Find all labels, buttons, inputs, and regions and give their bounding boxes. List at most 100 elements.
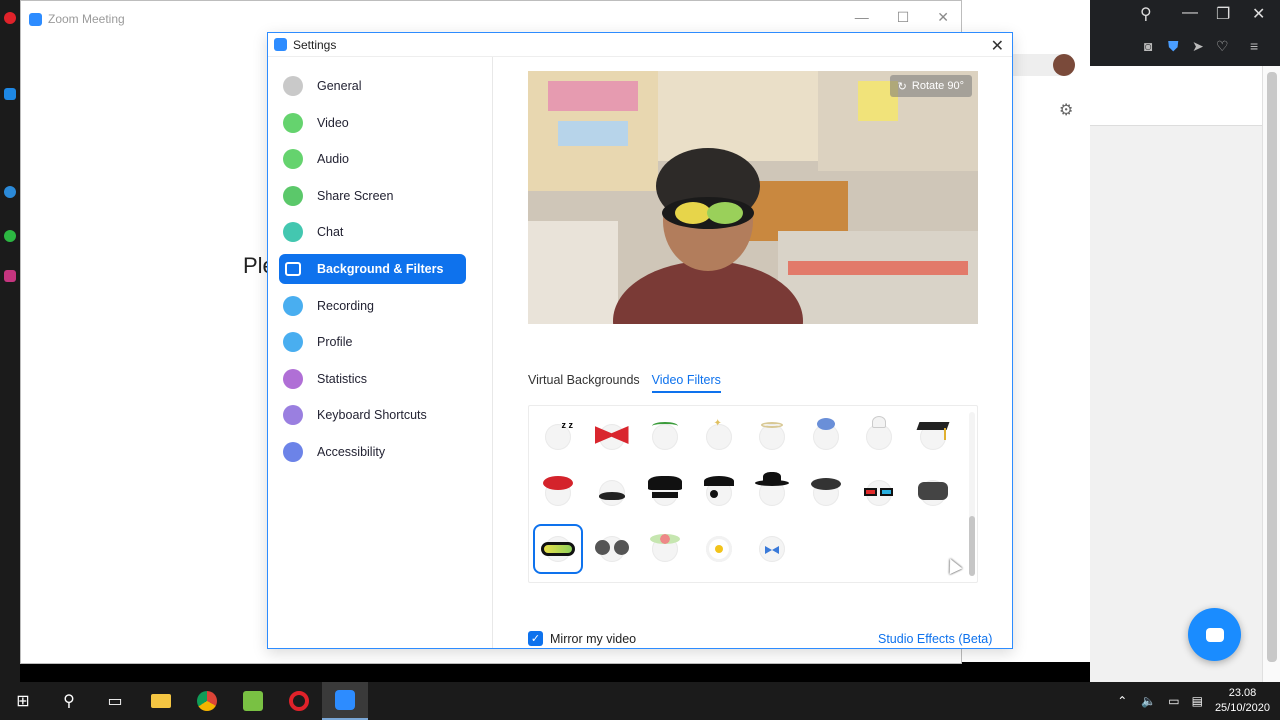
filter-beret[interactable] bbox=[803, 470, 849, 516]
filter-sleepy-zzz[interactable]: z z bbox=[535, 414, 581, 460]
filter-3d-glasses[interactable] bbox=[856, 470, 902, 516]
clock[interactable]: 23.08 25/10/2020 bbox=[1215, 686, 1270, 716]
filter-red-bow[interactable] bbox=[589, 414, 635, 460]
search-icon[interactable]: ⚲ bbox=[46, 682, 92, 720]
notification-icon[interactable]: ▤ bbox=[1192, 694, 1203, 708]
nav-item-label: Keyboard Shortcuts bbox=[317, 408, 427, 423]
chat-bubble-icon bbox=[1205, 627, 1224, 642]
gear-icon[interactable]: ⚙ bbox=[1059, 100, 1073, 120]
chat-button[interactable] bbox=[1188, 608, 1241, 661]
telegram-icon[interactable] bbox=[4, 186, 16, 198]
filter-antennae[interactable] bbox=[642, 414, 688, 460]
share-screen-icon bbox=[283, 185, 303, 206]
filter-gallery: z z ✦ bbox=[528, 405, 978, 583]
headphones-icon bbox=[283, 149, 303, 170]
windows-start-icon[interactable]: ⊞ bbox=[0, 682, 46, 720]
mirror-label: Mirror my video bbox=[550, 631, 637, 646]
close-button[interactable]: ✕ bbox=[937, 9, 949, 26]
chevron-up-icon[interactable]: ⌃ bbox=[1117, 694, 1127, 708]
nav-item-gear[interactable]: General bbox=[279, 71, 466, 101]
filter-ski-goggles[interactable] bbox=[533, 524, 583, 574]
tab-video-filters[interactable]: Video Filters bbox=[651, 373, 721, 393]
volume-icon[interactable]: 🔈 bbox=[1141, 694, 1156, 708]
nav-item-label: Share Screen bbox=[317, 188, 394, 203]
opera-sidebar bbox=[0, 0, 20, 682]
menu-icon[interactable]: ≡ bbox=[1250, 38, 1258, 54]
close-button[interactable]: ✕ bbox=[991, 36, 1004, 56]
task-view-icon[interactable]: ▭ bbox=[92, 682, 138, 720]
filter-bandit-mask[interactable] bbox=[642, 470, 688, 516]
opera-icon[interactable] bbox=[276, 682, 322, 720]
profile-icon bbox=[283, 332, 303, 353]
minimize-button[interactable]: — bbox=[855, 9, 869, 26]
network-icon[interactable]: ▭ bbox=[1168, 694, 1179, 708]
nav-item-label: General bbox=[317, 79, 362, 93]
dialog-title: Settings bbox=[293, 37, 337, 52]
camera-icon[interactable]: ◙ bbox=[1144, 38, 1152, 54]
filter-round-sunglasses[interactable] bbox=[589, 526, 635, 572]
settings-nav: General Video Audio Share Screen Chat Backgro… bbox=[268, 57, 493, 648]
filter-fedora[interactable] bbox=[749, 470, 795, 516]
video-camera-icon bbox=[283, 112, 303, 133]
nav-item-statistics[interactable]: Statistics bbox=[279, 364, 466, 394]
filter-crown-sparkle[interactable]: ✦ bbox=[696, 414, 742, 460]
filter-scrollbar[interactable] bbox=[969, 412, 975, 576]
recording-icon bbox=[283, 295, 303, 316]
send-icon[interactable]: ➤ bbox=[1192, 38, 1204, 55]
instagram-icon[interactable] bbox=[4, 270, 16, 282]
rotate-button[interactable]: ↻ Rotate 90° bbox=[889, 75, 972, 97]
system-tray: ⌃ 🔈 ▭ ▤ 23.08 25/10/2020 bbox=[1109, 682, 1280, 720]
filter-red-beret[interactable] bbox=[535, 470, 581, 516]
nav-item-profile[interactable]: Profile bbox=[279, 327, 466, 357]
mirror-checkbox[interactable]: ✓ bbox=[528, 631, 543, 646]
zoom-taskbar-icon[interactable] bbox=[322, 682, 368, 720]
mirror-option[interactable]: ✓ Mirror my video bbox=[528, 631, 636, 646]
nav-item-recording[interactable]: Recording bbox=[279, 291, 466, 321]
zoom-logo-icon bbox=[274, 38, 287, 51]
filter-bowtie[interactable] bbox=[749, 526, 795, 572]
camera-preview-image bbox=[528, 71, 978, 324]
minimize-icon[interactable]: — bbox=[1182, 4, 1198, 22]
nav-item-keyboard[interactable]: Keyboard Shortcuts bbox=[279, 400, 466, 430]
messenger-icon[interactable] bbox=[4, 88, 16, 100]
nav-item-label: Profile bbox=[317, 335, 353, 350]
nav-item-share-screen[interactable]: Share Screen bbox=[279, 181, 466, 211]
nav-item-headphones[interactable]: Audio bbox=[279, 144, 466, 174]
browser-scrollbar[interactable] bbox=[1262, 66, 1280, 682]
shield-icon[interactable]: ⛊ bbox=[1168, 38, 1179, 55]
filter-pirate-patch[interactable] bbox=[696, 470, 742, 516]
android-app-icon[interactable] bbox=[230, 682, 276, 720]
settings-content: ↻ Rotate 90° Virtual Backgrounds Video F… bbox=[494, 57, 1012, 648]
filter-graduation-cap[interactable] bbox=[910, 414, 956, 460]
nav-item-chat[interactable]: Chat bbox=[279, 217, 466, 247]
studio-effects-link[interactable]: Studio Effects (Beta) bbox=[878, 632, 992, 646]
nav-item-accessibility[interactable]: Accessibility bbox=[279, 437, 466, 467]
search-icon[interactable]: ⚲ bbox=[1140, 4, 1152, 24]
restore-icon[interactable]: ❐ bbox=[1216, 4, 1230, 24]
maximize-button[interactable]: ☐ bbox=[897, 9, 910, 26]
tab-virtual-backgrounds[interactable]: Virtual Backgrounds bbox=[528, 373, 640, 393]
window-title: Zoom Meeting bbox=[48, 12, 125, 26]
file-explorer-icon[interactable] bbox=[138, 682, 184, 720]
gear-icon bbox=[283, 76, 303, 96]
filter-chef-hat[interactable] bbox=[856, 414, 902, 460]
avatar[interactable] bbox=[1053, 54, 1075, 76]
filter-flower-crown[interactable] bbox=[803, 414, 849, 460]
filter-vr-headset[interactable] bbox=[910, 470, 956, 516]
opera-logo-icon[interactable] bbox=[4, 12, 16, 24]
nav-item-label: Statistics bbox=[317, 371, 368, 386]
filter-daisy[interactable] bbox=[696, 526, 742, 572]
heart-icon[interactable]: ♡ bbox=[1216, 38, 1229, 55]
nav-item-label: Video bbox=[317, 115, 349, 130]
chrome-icon[interactable] bbox=[184, 682, 230, 720]
settings-dialog: Settings ✕ General Video Audio Share Screen… bbox=[267, 32, 1013, 649]
whatsapp-icon[interactable] bbox=[4, 230, 16, 242]
filter-halo[interactable] bbox=[749, 414, 795, 460]
filter-mustache[interactable] bbox=[589, 470, 635, 516]
statistics-icon bbox=[283, 368, 303, 389]
nav-item-video-camera[interactable]: Video bbox=[279, 108, 466, 138]
zoom-logo-icon bbox=[29, 12, 42, 26]
close-icon[interactable]: ✕ bbox=[1252, 4, 1265, 24]
nav-item-background[interactable]: Background & Filters bbox=[279, 253, 466, 284]
filter-flower-wreath[interactable] bbox=[642, 526, 688, 572]
